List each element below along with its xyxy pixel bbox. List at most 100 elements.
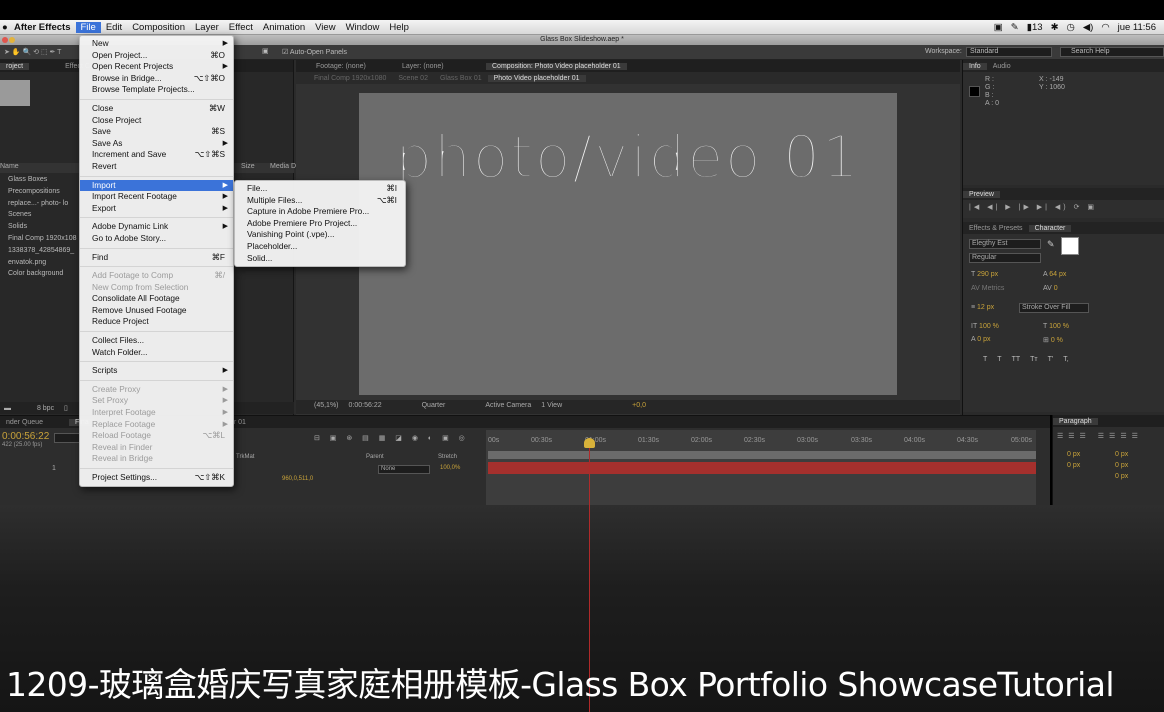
stretch-value[interactable]: 100,0% (440, 465, 460, 471)
kerning-field[interactable]: AV Metrics (971, 285, 1004, 292)
tool-icon[interactable]: ✎ (1011, 22, 1019, 33)
views-select[interactable]: 1 View (541, 402, 562, 412)
submenu-item-solid[interactable]: Solid... (235, 253, 405, 265)
menu-item-adobe-dynamic-link[interactable]: Adobe Dynamic Link ▶ (80, 221, 233, 233)
viewer-text-layer[interactable]: photo/video 01 (359, 122, 897, 192)
camera-select[interactable]: Active Camera (485, 402, 531, 412)
tab-paragraph[interactable]: Paragraph (1053, 417, 1098, 425)
font-select[interactable]: Elegthy Est (969, 239, 1041, 249)
stroke-width-field[interactable]: ≡ 12 px (971, 304, 994, 311)
tab-footage[interactable]: Footage: (none) (296, 63, 396, 70)
menu-view[interactable]: View (310, 22, 340, 33)
menu-item-open-recent-projects[interactable]: Open Recent Projects ▶ (80, 61, 233, 73)
bars-icon[interactable]: ▮13 (1027, 22, 1043, 33)
menu-item-go-to-adobe-story[interactable]: Go to Adobe Story... (80, 233, 233, 245)
submenu-item-vanishing-point-vpe[interactable]: Vanishing Point (.vpe)... (235, 229, 405, 241)
faux-italic-button[interactable]: T (997, 356, 1001, 363)
tab-character[interactable]: Character (1028, 224, 1072, 232)
position-value[interactable]: 960,0,511,0 (282, 476, 313, 482)
fill-color-swatch[interactable] (1061, 237, 1079, 255)
menu-item-import[interactable]: Import ▶ (80, 179, 233, 192)
leading-field[interactable]: A 64 px (1043, 271, 1066, 278)
minimize-window-icon[interactable] (9, 37, 15, 43)
exposure-value[interactable]: +0,0 (632, 402, 646, 412)
submenu-item-file[interactable]: File... ⌘I (235, 183, 405, 195)
menu-window[interactable]: Window (341, 22, 385, 33)
hscale-field[interactable]: T 100 % (1043, 323, 1069, 330)
menu-animation[interactable]: Animation (258, 22, 310, 33)
style-select[interactable]: Regular (969, 253, 1041, 263)
auto-open-panels[interactable]: ☑ Auto-Open Panels (282, 48, 347, 56)
timemachine-icon[interactable]: ◷ (1067, 22, 1075, 33)
tab-preview[interactable]: Preview (963, 190, 1000, 198)
folder-icon[interactable]: ▬ (4, 405, 11, 412)
breadcrumb[interactable]: Scene 02 (392, 75, 434, 82)
submenu-item-capture-in-adobe-premiere-pro[interactable]: Capture in Adobe Premiere Pro... (235, 206, 405, 218)
col-media[interactable]: Media D (270, 163, 296, 170)
faux-bold-button[interactable]: T (983, 356, 987, 363)
menu-item-export[interactable]: Export ▶ (80, 203, 233, 215)
menu-item-save[interactable]: Save ⌘S (80, 126, 233, 138)
menu-item-close-project[interactable]: Close Project (80, 115, 233, 127)
align-buttons[interactable]: ☰☰☰ ☰☰☰☰ (1057, 432, 1143, 440)
timecode-button[interactable]: 0:00:56:22 (349, 402, 382, 412)
menu-effect[interactable]: Effect (224, 22, 258, 33)
menu-item-scripts[interactable]: Scripts ▶ (80, 365, 233, 377)
breadcrumb[interactable]: Final Comp 1920x1080 (296, 75, 392, 82)
menu-item-revert[interactable]: Revert (80, 161, 233, 173)
tab-composition[interactable]: Composition: Photo Video placeholder 01 (486, 62, 627, 70)
menu-item-collect-files[interactable]: Collect Files... (80, 335, 233, 347)
tool-icons[interactable]: ➤ ✋ 🔍 ⟲ ⬚ ✒ T (4, 48, 61, 56)
tab-info[interactable]: Info (963, 62, 987, 70)
indent-first-field[interactable]: 0 px (1067, 462, 1080, 469)
menu-item-save-as[interactable]: Save As ▶ (80, 138, 233, 150)
screen-icon[interactable]: ▣ (994, 22, 1003, 33)
menu-item-browse-template-projects[interactable]: Browse Template Projects... (80, 84, 233, 96)
bluetooth-icon[interactable]: ✱ (1051, 22, 1059, 33)
font-size-field[interactable]: T 290 px (971, 271, 998, 278)
submenu-item-adobe-premiere-pro-project[interactable]: Adobe Premiere Pro Project... (235, 218, 405, 230)
col-size[interactable]: Size (241, 163, 255, 170)
tsume-field[interactable]: ⊞ 0 % (1043, 336, 1063, 344)
menu-item-find[interactable]: Find ⌘F (80, 252, 233, 264)
zoom-select[interactable]: (45,1%) (314, 402, 339, 412)
tab-audio[interactable]: Audio (987, 63, 1017, 70)
tracking-field[interactable]: AV 0 (1043, 285, 1058, 292)
menu-file[interactable]: File (75, 21, 101, 33)
volume-icon[interactable]: ◀) (1083, 22, 1093, 33)
workspace-select[interactable]: Standard (966, 47, 1052, 57)
resolution-select[interactable]: Quarter (422, 402, 446, 412)
small-caps-button[interactable]: Tт (1030, 356, 1037, 363)
close-window-icon[interactable] (2, 37, 8, 43)
snap-icon[interactable]: ▣ (262, 47, 269, 55)
menu-composition[interactable]: Composition (127, 22, 190, 33)
timeline-timecode[interactable]: 0:00:56:22 (2, 431, 49, 442)
menu-item-close[interactable]: Close ⌘W (80, 103, 233, 115)
menu-edit[interactable]: Edit (101, 22, 127, 33)
menu-item-import-recent-footage[interactable]: Import Recent Footage ▶ (80, 191, 233, 203)
vscale-field[interactable]: IT 100 % (971, 323, 999, 330)
menu-item-project-settings[interactable]: Project Settings... ⌥⇧⌘K (80, 472, 233, 484)
menu-item-increment-and-save[interactable]: Increment and Save ⌥⇧⌘S (80, 149, 233, 161)
menu-item-new[interactable]: New ▶ (80, 38, 233, 50)
stroke-mode-select[interactable]: Stroke Over Fill (1019, 303, 1089, 313)
tab-project[interactable]: roject (0, 62, 30, 70)
breadcrumb[interactable]: Glass Box 01 (434, 75, 488, 82)
menu-item-watch-folder[interactable]: Watch Folder... (80, 347, 233, 359)
all-caps-button[interactable]: TT (1012, 356, 1021, 363)
playhead-marker[interactable] (584, 438, 595, 448)
menu-item-remove-unused-footage[interactable]: Remove Unused Footage (80, 305, 233, 317)
subscript-button[interactable]: T, (1063, 356, 1068, 363)
wifi-icon[interactable]: ◠ (1101, 22, 1109, 33)
baseline-field[interactable]: A 0 px (971, 336, 990, 343)
menu-layer[interactable]: Layer (190, 22, 224, 33)
submenu-item-placeholder[interactable]: Placeholder... (235, 241, 405, 253)
col-name[interactable]: Name (0, 163, 19, 173)
menu-item-browse-in-bridge[interactable]: Browse in Bridge... ⌥⇧⌘O (80, 73, 233, 85)
menu-help[interactable]: Help (384, 22, 414, 33)
app-menu[interactable]: After Effects (0, 22, 76, 33)
timeline-switch-icons[interactable]: ⊟ ▣ ⊛ ▤ ▦ ◪ ◉ ◐ ▣ ◎ (314, 434, 469, 442)
indent-left-field[interactable]: 0 px (1067, 451, 1080, 458)
work-area-bar[interactable] (488, 451, 1036, 459)
tab-render-queue[interactable]: nder Queue (0, 419, 49, 426)
